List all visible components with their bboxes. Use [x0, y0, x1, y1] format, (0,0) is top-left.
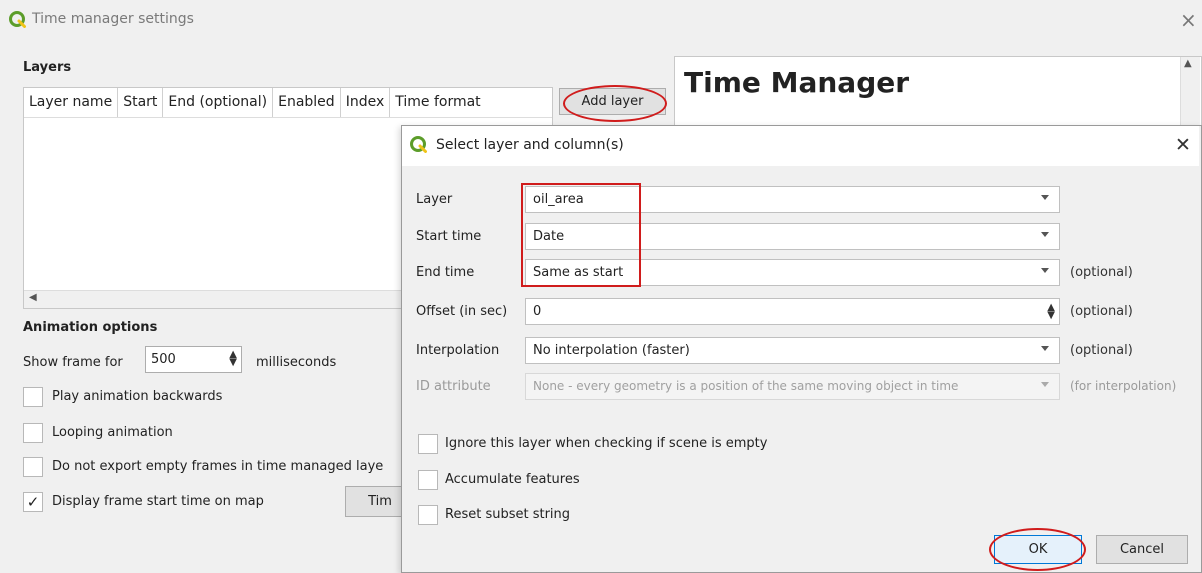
accumulate-features-checkbox[interactable] [418, 470, 438, 490]
scroll-left-icon[interactable]: ◀ [29, 292, 37, 303]
close-icon[interactable]: × [1180, 8, 1197, 32]
window-title: Time manager settings [32, 11, 194, 27]
looping-animation-label: Looping animation [52, 425, 173, 440]
frame-duration-spinbox[interactable]: 500 ▲ ▼ [145, 346, 242, 373]
accumulate-features-label: Accumulate features [445, 472, 580, 487]
cancel-button[interactable]: Cancel [1096, 535, 1188, 564]
ignore-layer-checkbox[interactable] [418, 434, 438, 454]
spinner-arrows-icon[interactable]: ▲ ▼ [1047, 303, 1055, 321]
help-heading: Time Manager [684, 66, 910, 99]
display-frame-time-checkbox[interactable]: ✓ [23, 492, 43, 512]
qgis-logo-icon [410, 136, 427, 153]
offset-spinbox[interactable]: 0 ▲ ▼ [525, 298, 1060, 325]
column-header-enabled[interactable]: Enabled [273, 88, 341, 117]
play-backwards-label: Play animation backwards [52, 389, 223, 404]
looping-animation-checkbox[interactable] [23, 423, 43, 443]
column-header-time-format[interactable]: Time format [390, 88, 485, 117]
interpolation-optional-hint: (optional) [1070, 343, 1133, 358]
chevron-down-icon [1041, 346, 1049, 351]
reset-subset-checkbox[interactable] [418, 505, 438, 525]
display-frame-time-label: Display frame start time on map [52, 494, 264, 509]
offset-value: 0 [533, 304, 542, 319]
dialog-title: Select layer and column(s) [436, 137, 624, 153]
scroll-up-icon[interactable]: ▲ [1184, 58, 1192, 69]
interpolation-dropdown[interactable]: No interpolation (faster) [525, 337, 1060, 364]
id-attribute-hint: (for interpolation) [1070, 379, 1177, 393]
milliseconds-label: milliseconds [256, 355, 337, 370]
offset-label: Offset (in sec) [416, 304, 508, 319]
annotation-circle [989, 528, 1086, 571]
column-header-index[interactable]: Index [341, 88, 391, 117]
chevron-down-icon [1041, 232, 1049, 237]
end-time-optional-hint: (optional) [1070, 265, 1133, 280]
animation-options-label: Animation options [23, 320, 158, 335]
reset-subset-label: Reset subset string [445, 507, 571, 522]
id-attribute-label: ID attribute [416, 379, 491, 394]
show-frame-label: Show frame for [23, 355, 123, 370]
layers-table-header: Layer name Start End (optional) Enabled … [24, 88, 552, 118]
column-header-layer-name[interactable]: Layer name [24, 88, 119, 117]
start-time-label: Start time [416, 229, 482, 244]
frame-duration-value: 500 [151, 352, 176, 367]
spinner-arrows-icon[interactable]: ▲ ▼ [229, 350, 237, 368]
id-attribute-value: None - every geometry is a position of t… [533, 379, 959, 393]
interpolation-value: No interpolation (faster) [533, 343, 690, 358]
checkmark-icon: ✓ [26, 493, 40, 511]
column-header-end[interactable]: End (optional) [163, 88, 274, 117]
play-backwards-checkbox[interactable] [23, 387, 43, 407]
no-export-empty-frames-label: Do not export empty frames in time manag… [52, 459, 384, 474]
qgis-logo-icon [9, 11, 26, 28]
chevron-down-icon [1041, 195, 1049, 200]
dialog-close-icon[interactable]: ✕ [1175, 134, 1191, 156]
column-header-start[interactable]: Start [118, 88, 164, 117]
id-attribute-dropdown[interactable]: None - every geometry is a position of t… [525, 373, 1060, 400]
offset-optional-hint: (optional) [1070, 304, 1133, 319]
chevron-down-icon [1041, 268, 1049, 273]
chevron-down-icon [1041, 382, 1049, 387]
end-time-label: End time [416, 265, 475, 280]
layers-section-label: Layers [23, 60, 72, 75]
annotation-circle [563, 85, 667, 122]
interpolation-label: Interpolation [416, 343, 500, 358]
annotation-rectangle [521, 183, 641, 287]
layer-label: Layer [416, 192, 453, 207]
no-export-empty-frames-checkbox[interactable] [23, 457, 43, 477]
ignore-layer-label: Ignore this layer when checking if scene… [445, 436, 768, 451]
